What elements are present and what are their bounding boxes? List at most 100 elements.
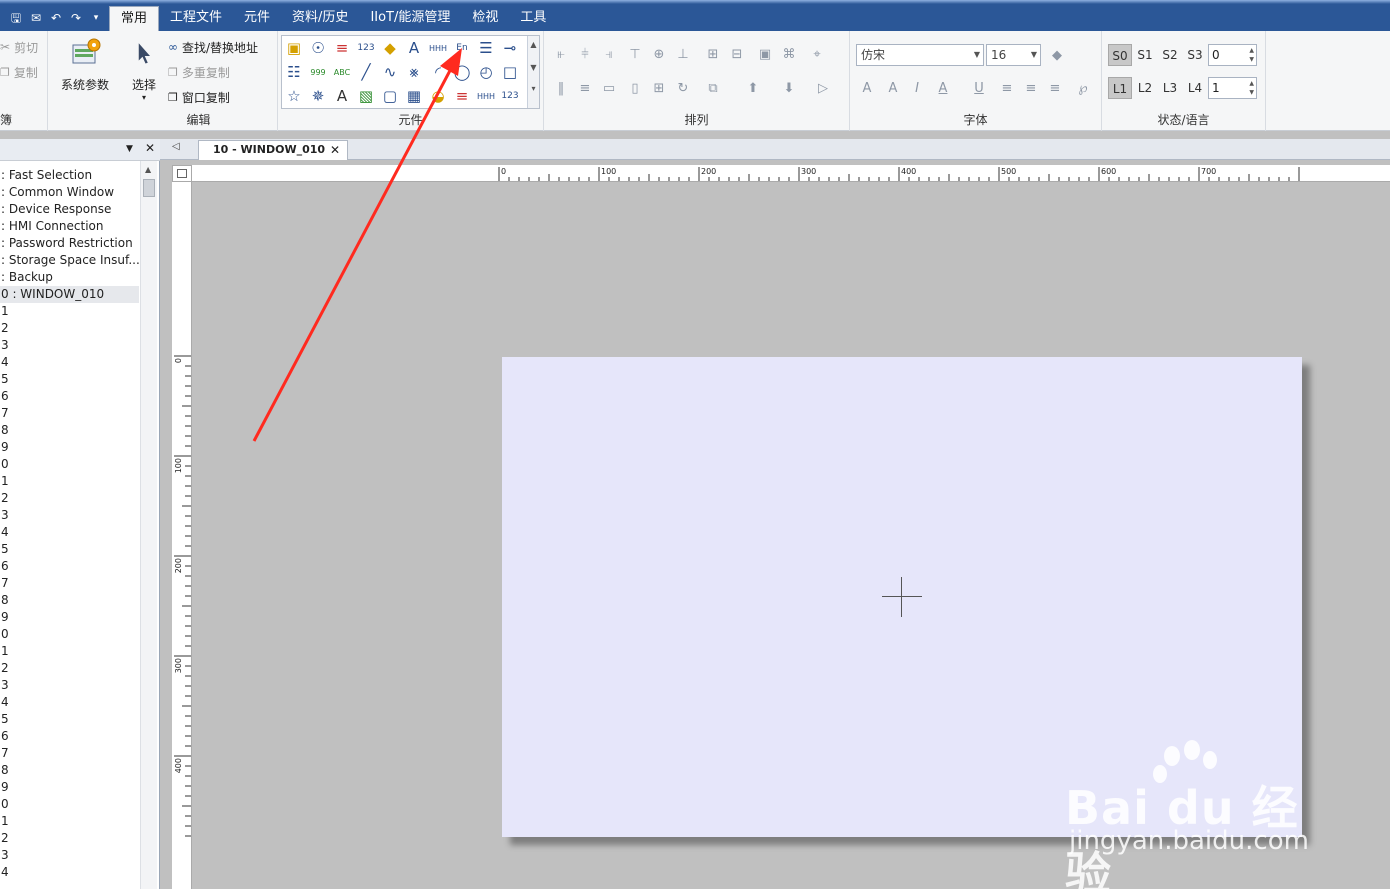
bring-front-icon[interactable]: ⬆ <box>744 79 762 97</box>
text-effect-icon[interactable]: ℘ <box>1074 79 1092 97</box>
window-list-item[interactable]: : HMI Connection <box>0 218 139 235</box>
table-icon[interactable]: ▦ <box>404 86 424 106</box>
window-list-item[interactable]: 7 <box>0 575 139 592</box>
window-list-item[interactable]: 4 <box>0 864 139 881</box>
state-s0-button[interactable]: S0 <box>1108 44 1132 66</box>
send-back-icon[interactable]: ⬇ <box>780 79 798 97</box>
align-middle-icon[interactable]: ⊕ <box>650 45 668 63</box>
numeric-display-icon[interactable]: 123 <box>356 38 376 58</box>
select-dropdown-icon[interactable]: ▾ <box>126 93 162 102</box>
set-bit-icon[interactable]: ◆ <box>380 38 400 58</box>
font-size-combo[interactable]: 16 ▼ <box>986 44 1041 66</box>
window-list-item[interactable]: 5 <box>0 711 139 728</box>
same-width-icon[interactable]: ▭ <box>600 79 618 97</box>
frame-icon[interactable]: ▢ <box>380 86 400 106</box>
window-list-item[interactable]: 1 <box>0 303 139 320</box>
same-height-icon[interactable]: ▯ <box>626 79 644 97</box>
state-spin-arrows-icon[interactable]: ▲ ▼ <box>1249 46 1254 64</box>
arc-icon[interactable]: ◜ <box>428 62 448 82</box>
align-center-icon[interactable]: ⫩ <box>576 45 594 63</box>
picture-icon[interactable]: ▧ <box>356 86 376 106</box>
window-list-item[interactable]: 0 <box>0 456 139 473</box>
list-icon[interactable]: ☷ <box>284 62 304 82</box>
window-list-item[interactable]: 2 <box>0 660 139 677</box>
multi-copy-button[interactable]: ❐ 多重复制 <box>168 62 230 82</box>
window-list-item[interactable]: 1 <box>0 473 139 490</box>
rotate-icon[interactable]: ↻ <box>674 79 692 97</box>
lang-l2-button[interactable]: L2 <box>1133 77 1157 99</box>
save-compile-icon[interactable]: ✉ <box>28 10 44 26</box>
ascii-box-icon[interactable]: HHH <box>476 86 496 106</box>
window-copy-button[interactable]: ❐ 窗口复制 <box>168 87 230 107</box>
save-icon[interactable]: 🖫 <box>8 10 24 26</box>
window-list-item[interactable]: 6 <box>0 728 139 745</box>
window-list-item[interactable]: 8 <box>0 762 139 779</box>
gallery-more-icon[interactable]: ▾ <box>528 84 539 93</box>
window-list-item[interactable]: 3 <box>0 847 139 864</box>
window-list-item[interactable]: 2 <box>0 490 139 507</box>
tab-common[interactable]: 常用 <box>109 6 160 31</box>
gauge-icon[interactable]: ◒ <box>428 86 448 106</box>
window-list-item[interactable]: 7 <box>0 405 139 422</box>
window-list-item[interactable]: 0 <box>0 626 139 643</box>
window-list-item[interactable]: 3 <box>0 677 139 694</box>
tab-tools[interactable]: 工具 <box>509 6 557 31</box>
font-shrink-icon[interactable]: A <box>884 79 902 97</box>
slider-icon[interactable]: ⊸ <box>500 38 520 58</box>
gallery-down-icon[interactable]: ▼ <box>528 63 539 72</box>
sparkle-icon[interactable]: ✵ <box>308 86 328 106</box>
fill-color-icon[interactable]: ◆ <box>1048 46 1066 64</box>
align-text-left-icon[interactable]: ≡ <box>998 79 1016 97</box>
undo-icon[interactable]: ↶ <box>48 10 64 26</box>
window-list-item[interactable]: 3 <box>0 507 139 524</box>
ruler-corner[interactable] <box>172 165 192 182</box>
window-list-item[interactable]: 0 <box>0 796 139 813</box>
align-left-icon[interactable]: ⫦ <box>552 45 570 63</box>
layer-icon[interactable]: ⧉ <box>704 79 722 97</box>
select-button[interactable]: 选择 ▾ <box>126 37 162 102</box>
window-list-item[interactable]: 4 <box>0 354 139 371</box>
window-list-item[interactable]: 9 <box>0 779 139 796</box>
document-tab-close-icon[interactable]: ✕ <box>330 141 340 159</box>
window-list-item[interactable]: 8 <box>0 592 139 609</box>
center-screen-icon[interactable]: ⊞ <box>650 79 668 97</box>
state-spinbox[interactable]: 0 ▲ ▼ <box>1208 44 1257 66</box>
copy-button[interactable]: ❐ 复制 <box>0 62 38 82</box>
italic-icon[interactable]: I <box>908 79 926 97</box>
state-s1-button[interactable]: S1 <box>1133 44 1157 66</box>
scroll-thumb[interactable] <box>143 179 155 197</box>
lang-l3-button[interactable]: L3 <box>1158 77 1182 99</box>
align-right-icon[interactable]: ⫣ <box>600 45 618 63</box>
window-list-item[interactable]: 9 <box>0 439 139 456</box>
pin-icon[interactable]: ⌖ <box>808 45 826 63</box>
text-object-icon[interactable]: A <box>404 38 424 58</box>
language-input-icon[interactable]: En <box>452 38 472 58</box>
wave-icon[interactable]: ∿ <box>380 62 400 82</box>
window-list-item[interactable]: 4 <box>0 524 139 541</box>
align-top-icon[interactable]: ⊤ <box>626 45 644 63</box>
panel-close-icon[interactable]: ✕ <box>145 141 155 155</box>
window-list-item[interactable]: 7 <box>0 745 139 762</box>
window-list-item[interactable]: : Device Response <box>0 201 139 218</box>
polyline-icon[interactable]: ⨳ <box>404 62 424 82</box>
window-list-item[interactable]: 4 <box>0 694 139 711</box>
multi-state-lamp-icon[interactable]: ≡ <box>332 38 352 58</box>
star-icon[interactable]: ☆ <box>284 86 304 106</box>
tab-data-history[interactable]: 资料/历史 <box>281 6 359 31</box>
line-icon[interactable]: ╱ <box>356 62 376 82</box>
tab-objects[interactable]: 元件 <box>233 6 281 31</box>
redo-icon[interactable]: ↷ <box>68 10 84 26</box>
lang-l1-button[interactable]: L1 <box>1108 77 1132 99</box>
numeric-input-icon[interactable]: 999 <box>308 62 328 82</box>
font-name-combo[interactable]: 仿宋 ▼ <box>856 44 984 66</box>
pie-icon[interactable]: ◴ <box>476 62 496 82</box>
large-text-icon[interactable]: A <box>332 86 352 106</box>
font-grow-icon[interactable]: A <box>858 79 876 97</box>
window-list-scrollbar[interactable]: ▲ <box>140 161 157 889</box>
window-list-item[interactable]: 1 <box>0 643 139 660</box>
system-params-button[interactable]: 系统参数 <box>56 37 114 93</box>
ascii-display-icon[interactable]: HHH <box>428 38 448 58</box>
distribute-h-icon[interactable]: ‖ <box>552 79 570 97</box>
align-text-center-icon[interactable]: ≡ <box>1022 79 1040 97</box>
window-list-item[interactable]: 2 <box>0 830 139 847</box>
